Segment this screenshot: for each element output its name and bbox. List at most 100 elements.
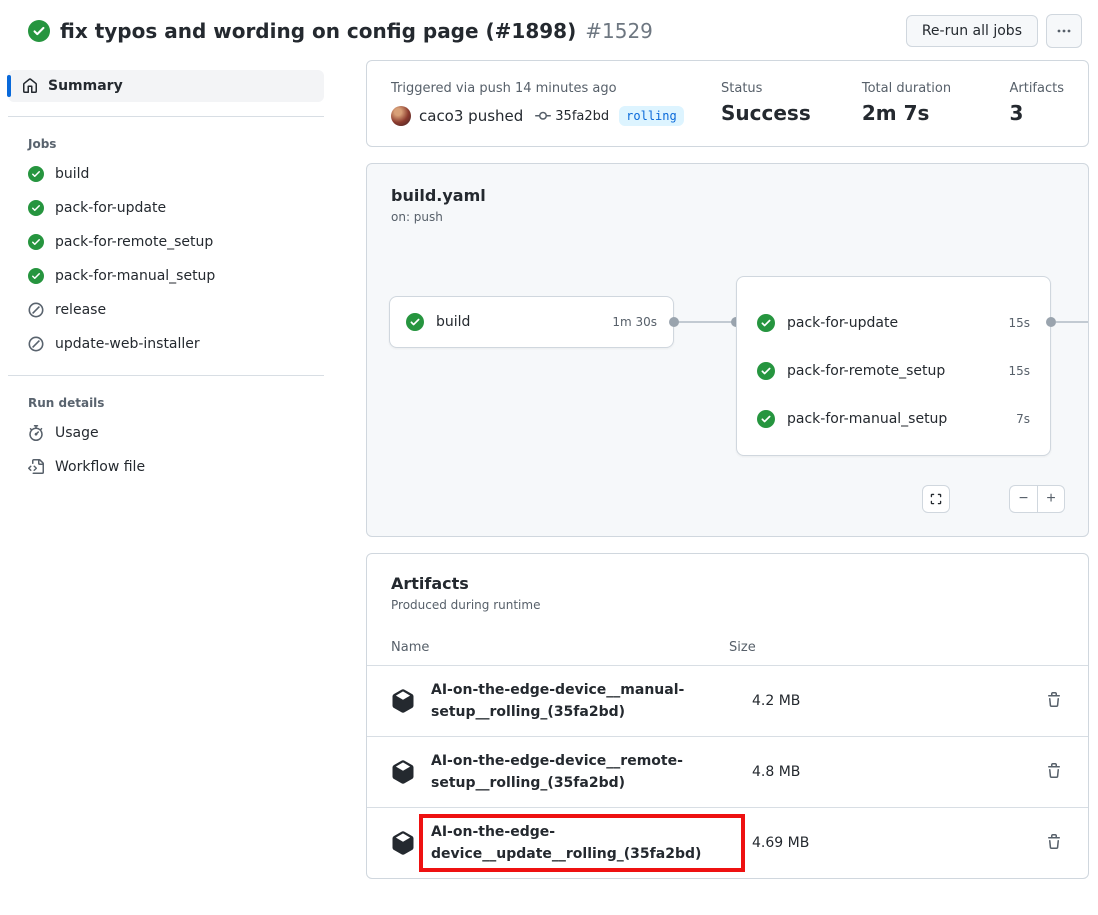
delete-artifact-button[interactable] xyxy=(1044,832,1064,855)
duration-stat: Total duration 2m 7s xyxy=(862,81,962,125)
trash-icon xyxy=(1046,692,1062,708)
stat-value: Success xyxy=(721,101,814,125)
graph-node-pack-for-remote-setup[interactable]: pack-for-remote_setup 15s xyxy=(737,347,1050,395)
sidebar-item-label: Summary xyxy=(48,78,123,94)
run-detail-label: Usage xyxy=(55,425,99,441)
artifacts-card: Artifacts Produced during runtime Name S… xyxy=(366,553,1089,879)
run-detail-label: Workflow file xyxy=(55,459,145,475)
graph-node-label: pack-for-remote_setup xyxy=(787,363,945,379)
sidebar-item-usage[interactable]: Usage xyxy=(0,416,342,450)
home-icon xyxy=(22,78,38,94)
trash-icon xyxy=(1046,834,1062,850)
jobs-heading: Jobs xyxy=(28,137,324,151)
file-code-icon xyxy=(28,459,44,475)
graph-node-duration: 1m 30s xyxy=(612,315,657,329)
graph-node-label: pack-for-update xyxy=(787,315,898,331)
job-label: pack-for-update xyxy=(55,200,166,216)
avatar[interactable] xyxy=(391,106,411,126)
artifacts-title: Artifacts xyxy=(367,574,1088,593)
sidebar-divider xyxy=(8,116,324,117)
graph-edge-dot xyxy=(1046,317,1056,327)
check-circle-icon xyxy=(28,268,44,284)
sidebar-job-pack-for-update[interactable]: pack-for-update xyxy=(0,191,342,225)
check-circle-icon xyxy=(28,166,44,182)
graph-job-group: pack-for-update 15s pack-for-remote_setu… xyxy=(736,276,1051,456)
workflow-run-page: fix typos and wording on config page (#1… xyxy=(0,0,1098,915)
selected-accent-bar xyxy=(7,75,11,97)
kebab-horizontal-icon xyxy=(1056,23,1072,39)
kebab-menu-button[interactable] xyxy=(1046,14,1082,48)
check-circle-icon xyxy=(757,314,775,332)
stat-value: 2m 7s xyxy=(862,101,962,125)
artifact-name-link[interactable]: AI-on-the-edge-device__remote-setup__rol… xyxy=(431,750,745,795)
artifact-size: 4.2 MB xyxy=(752,693,902,709)
pushed-text: caco3 pushed xyxy=(419,107,523,125)
delete-artifact-button[interactable] xyxy=(1044,761,1064,784)
job-label: update-web-installer xyxy=(55,336,200,352)
screen-full-icon xyxy=(929,492,943,506)
page-title: fix typos and wording on config page (#1… xyxy=(60,19,576,43)
status-stat: Status Success xyxy=(721,81,814,125)
package-icon xyxy=(391,689,415,713)
sidebar-job-update-web-installer[interactable]: update-web-installer xyxy=(0,327,342,361)
branch-badge[interactable]: rolling xyxy=(619,106,684,126)
stat-label: Total duration xyxy=(862,81,962,96)
package-icon xyxy=(391,760,415,784)
sidebar-job-pack-for-remote-setup[interactable]: pack-for-remote_setup xyxy=(0,225,342,259)
graph-node-duration: 15s xyxy=(1008,316,1030,330)
stat-value: 3 xyxy=(1009,101,1064,125)
artifacts-stat: Artifacts 3 xyxy=(1009,81,1064,125)
check-circle-icon xyxy=(757,410,775,428)
run-summary-card: Triggered via push 14 minutes ago caco3 … xyxy=(366,60,1089,147)
main-content: Triggered via push 14 minutes ago caco3 … xyxy=(366,60,1089,879)
delete-artifact-button[interactable] xyxy=(1044,690,1064,713)
artifact-size: 4.8 MB xyxy=(752,764,902,780)
graph-node-label: build xyxy=(436,314,470,330)
workflow-file-name: build.yaml xyxy=(391,186,1064,205)
run-number: #1529 xyxy=(585,19,653,43)
artifact-name-link[interactable]: AI-on-the-edge-device__manual-setup__rol… xyxy=(431,679,745,724)
skip-circle-icon xyxy=(28,336,44,352)
artifact-row-highlighted: AI-on-the-edge-device__update__rolling_(… xyxy=(367,807,1088,878)
sidebar-job-pack-for-manual-setup[interactable]: pack-for-manual_setup xyxy=(0,259,342,293)
graph-edge-line xyxy=(1056,321,1089,323)
stat-label: Artifacts xyxy=(1009,81,1064,96)
zoom-in-button[interactable]: + xyxy=(1037,485,1065,513)
workflow-trigger: on: push xyxy=(391,210,1064,224)
graph-edge-dot xyxy=(669,317,679,327)
artifact-row: AI-on-the-edge-device__manual-setup__rol… xyxy=(367,665,1088,736)
graph-node-pack-for-manual-setup[interactable]: pack-for-manual_setup 7s xyxy=(737,395,1050,443)
sidebar-job-build[interactable]: build xyxy=(0,157,342,191)
check-circle-icon xyxy=(28,20,50,42)
artifact-row: AI-on-the-edge-device__remote-setup__rol… xyxy=(367,736,1088,807)
package-icon xyxy=(391,831,415,855)
run-header: fix typos and wording on config page (#1… xyxy=(0,0,1098,60)
job-label: pack-for-manual_setup xyxy=(55,268,215,284)
column-header-size: Size xyxy=(729,640,756,655)
sidebar-item-summary[interactable]: Summary xyxy=(8,70,324,102)
stat-label: Status xyxy=(721,81,814,96)
sidebar: Summary Jobs build pack-for-update pack-… xyxy=(0,60,342,484)
artifacts-subtitle: Produced during runtime xyxy=(367,598,1088,612)
graph-edge-line xyxy=(674,321,736,323)
check-circle-icon xyxy=(757,362,775,380)
sidebar-item-workflow-file[interactable]: Workflow file xyxy=(0,450,342,484)
job-label: build xyxy=(55,166,89,182)
check-circle-icon xyxy=(28,234,44,250)
stopwatch-icon xyxy=(28,425,44,441)
graph-controls: − + xyxy=(922,485,1065,513)
graph-node-build[interactable]: build 1m 30s xyxy=(389,296,674,348)
job-label: release xyxy=(55,302,106,318)
graph-node-duration: 7s xyxy=(1016,412,1030,426)
commit-sha-link[interactable]: 35fa2bd xyxy=(555,109,609,124)
artifact-name-link[interactable]: AI-on-the-edge-device__update__rolling_(… xyxy=(431,821,733,866)
fullscreen-button[interactable] xyxy=(922,485,950,513)
zoom-out-button[interactable]: − xyxy=(1009,485,1037,513)
graph-node-pack-for-update[interactable]: pack-for-update 15s xyxy=(737,299,1050,347)
artifacts-table-header: Name Size xyxy=(367,630,1088,665)
trash-icon xyxy=(1046,763,1062,779)
rerun-all-jobs-button[interactable]: Re-run all jobs xyxy=(906,15,1038,47)
graph-node-label: pack-for-manual_setup xyxy=(787,411,947,427)
sidebar-job-release[interactable]: release xyxy=(0,293,342,327)
run-details-heading: Run details xyxy=(28,396,324,410)
